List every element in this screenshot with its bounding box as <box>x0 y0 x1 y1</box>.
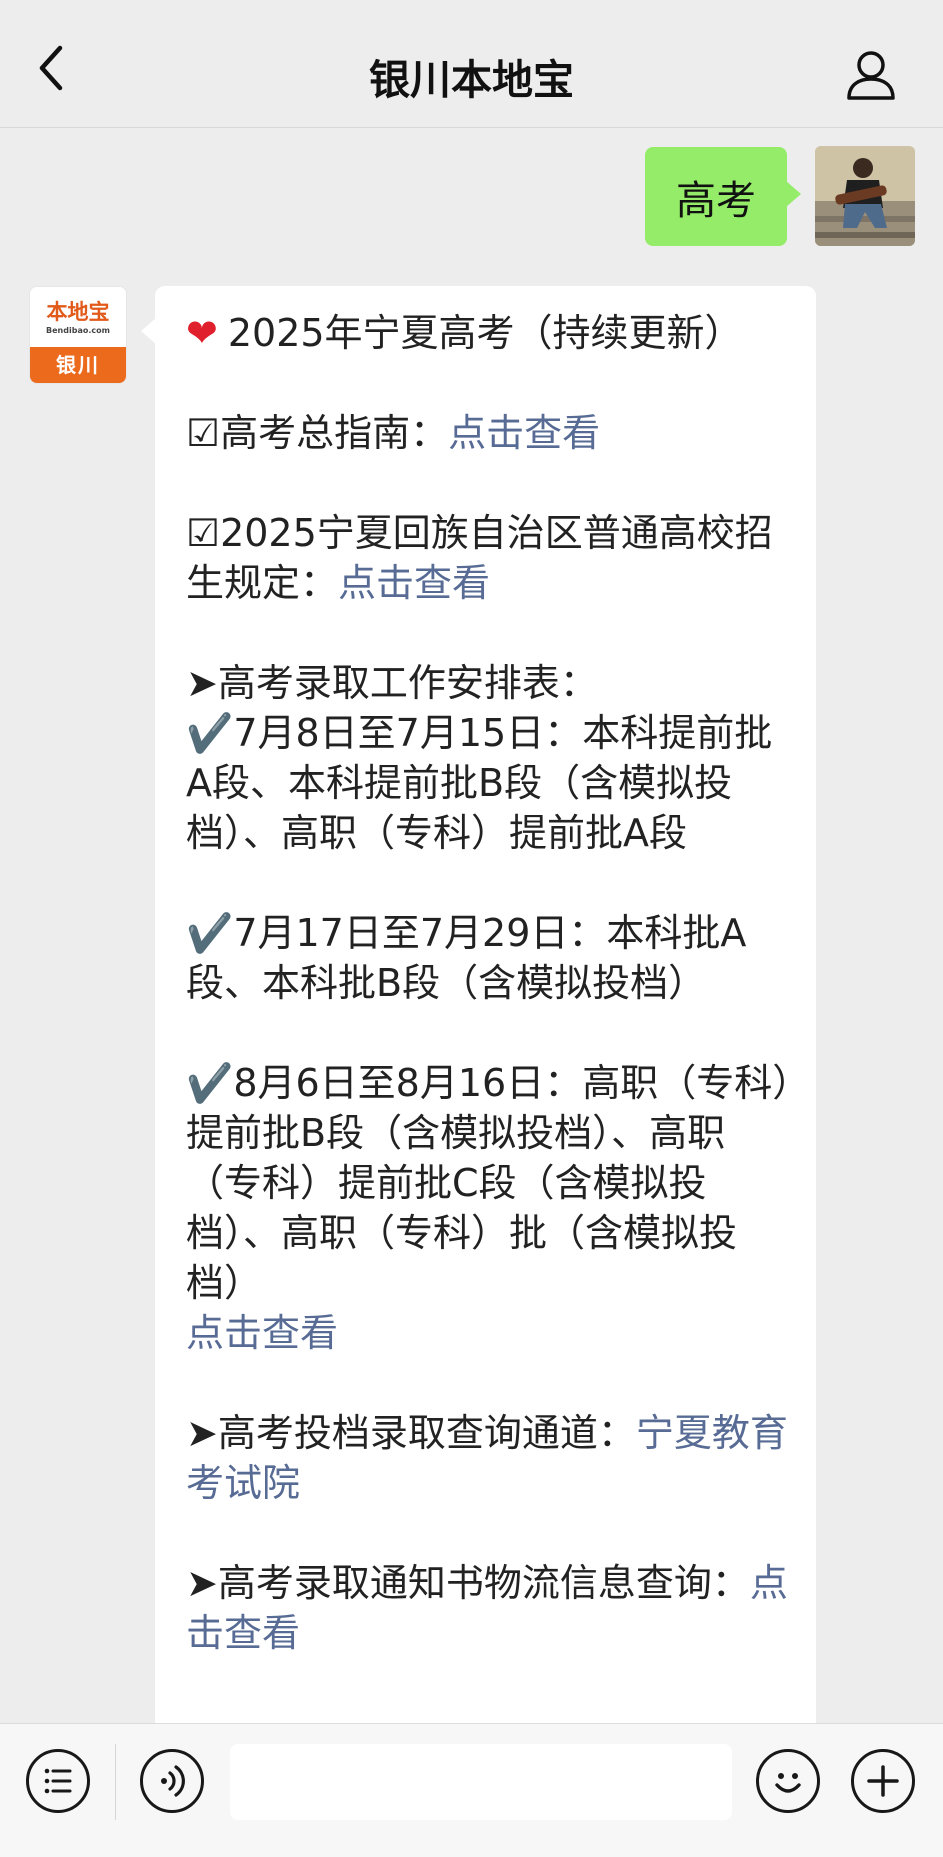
query-label: ➤高考投档录取查询通道： <box>186 1411 636 1455</box>
logistics-label: ➤高考录取通知书物流信息查询： <box>186 1561 750 1605</box>
smiley-icon <box>775 1773 801 1793</box>
outgoing-message-bubble[interactable]: 高考 <box>645 147 801 246</box>
query-line: ➤高考投档录取查询通道：宁夏教育考试院 <box>186 1408 792 1508</box>
logistics-line: ➤高考录取通知书物流信息查询：点击查看 <box>186 1558 792 1658</box>
schedule-item: ✔️7月8日至7月15日：本科提前批A段、本科提前批B段（含模拟投档）、高职（专… <box>186 711 773 855</box>
rules-link[interactable]: 点击查看 <box>338 561 490 605</box>
person-icon <box>847 51 895 100</box>
input-divider <box>115 1744 116 1820</box>
profile-button[interactable] <box>843 46 899 102</box>
guide-line: ☑高考总指南：点击查看 <box>186 408 792 458</box>
nav-bar: 银川本地宝 <box>0 0 943 128</box>
user-avatar[interactable] <box>815 146 915 246</box>
bot-logo-text: 本地宝 <box>46 299 110 324</box>
schedule-link[interactable]: 点击查看 <box>186 1311 338 1355</box>
plus-icon <box>867 1765 899 1797</box>
menu-button[interactable] <box>26 1749 90 1813</box>
schedule-title: ➤高考录取工作安排表： <box>186 661 598 705</box>
schedule-item: ✔️7月17日至7月29日：本科批A段、本科批B段（含模拟投档） <box>186 911 747 1005</box>
bot-logo-city: 银川 <box>30 347 126 383</box>
input-bar <box>0 1723 943 1857</box>
schedule-link-line: 点击查看 <box>186 1308 792 1358</box>
emoji-button[interactable] <box>756 1749 820 1813</box>
rules-line: ☑2025宁夏回族自治区普通高校招生规定：点击查看 <box>186 508 792 608</box>
voice-icon <box>161 1765 185 1797</box>
heart-icon: ❤ <box>186 311 218 355</box>
user-photo <box>815 146 915 246</box>
chat-title: 银川本地宝 <box>369 56 574 104</box>
bot-avatar[interactable]: 本地宝 Bendibao.com 银川 <box>29 286 127 384</box>
outgoing-message-text: 高考 <box>676 177 756 224</box>
plus-button[interactable] <box>851 1749 915 1813</box>
schedule-item: ✔️8月6日至8月16日：高职（专科）提前批B段（含模拟投档）、高职（专科）提前… <box>186 1061 792 1305</box>
list-icon <box>44 1768 72 1794</box>
headline-line: ❤ 2025年宁夏高考（持续更新） <box>186 308 792 358</box>
guide-link[interactable]: 点击查看 <box>448 411 600 455</box>
message-input[interactable] <box>230 1744 732 1820</box>
guide-label: ☑高考总指南： <box>186 411 449 455</box>
headline: 2025年宁夏高考（持续更新） <box>227 311 743 355</box>
incoming-message-bubble: ❤ 2025年宁夏高考（持续更新） ☑高考总指南：点击查看 ☑2025宁夏回族自治… <box>141 286 816 1736</box>
bot-logo: 本地宝 Bendibao.com <box>30 287 126 349</box>
bot-logo-sub: Bendibao.com <box>46 326 110 335</box>
voice-button[interactable] <box>140 1749 204 1813</box>
